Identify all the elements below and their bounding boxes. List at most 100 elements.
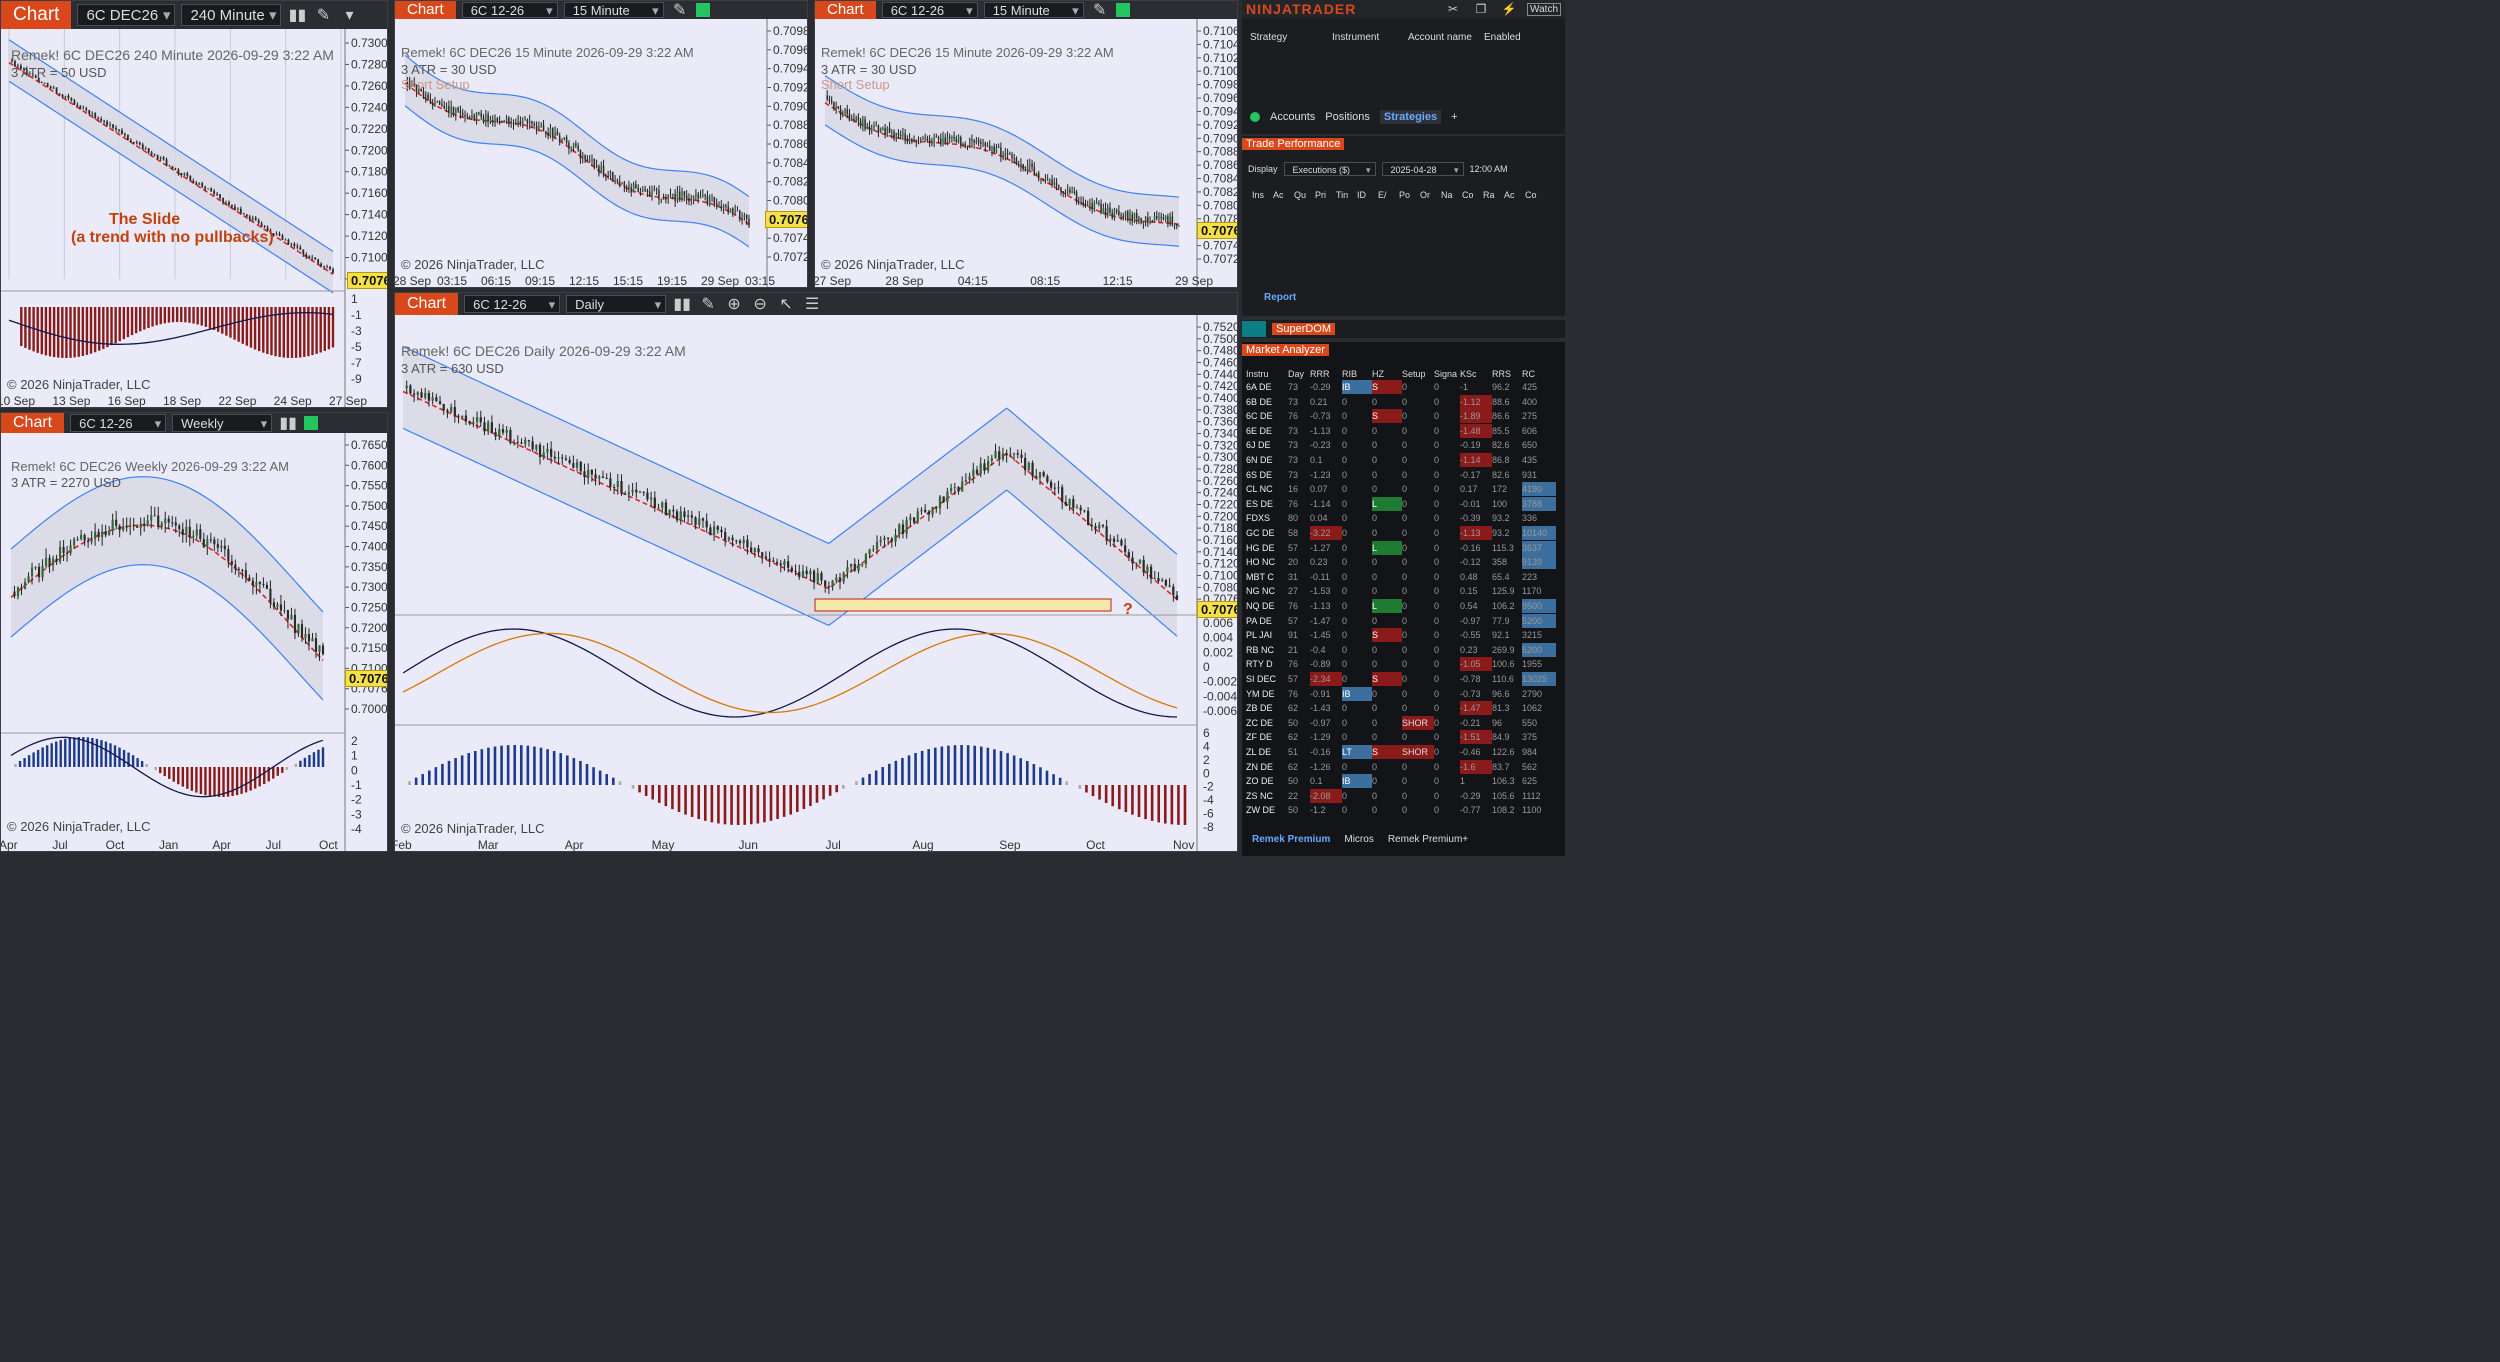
ma-cell[interactable]: 0 xyxy=(1372,803,1402,817)
trade-col-header[interactable]: Tin xyxy=(1336,190,1357,200)
ma-cell[interactable]: 76 xyxy=(1288,409,1310,423)
ma-cell[interactable]: RB NC xyxy=(1246,643,1288,657)
ma-cell[interactable]: 0 xyxy=(1342,482,1372,496)
ma-cell[interactable]: 0 xyxy=(1342,760,1372,774)
ma-cell[interactable]: 0 xyxy=(1402,453,1434,467)
ma-cell[interactable]: 0 xyxy=(1342,803,1372,817)
ma-cell[interactable]: CL NC xyxy=(1246,482,1288,496)
bars-icon[interactable]: ▮▮ xyxy=(287,5,307,25)
ma-cell[interactable]: -2.34 xyxy=(1310,672,1342,686)
ma-cell[interactable]: 0 xyxy=(1342,409,1372,423)
ma-cell[interactable]: 0 xyxy=(1402,424,1434,438)
ma-cell[interactable]: 80 xyxy=(1288,511,1310,525)
ma-cell[interactable]: SHOR xyxy=(1402,715,1434,730)
ma-cell[interactable]: 73 xyxy=(1288,438,1310,452)
ma-cell[interactable]: -1.6 xyxy=(1460,759,1492,774)
pencil-icon[interactable]: ✎ xyxy=(698,294,718,314)
chart-canvas[interactable]: 0.752000.750000.748000.746000.744000.742… xyxy=(395,315,1237,851)
ma-cell[interactable]: 0 xyxy=(1342,789,1372,803)
ma-cell[interactable]: 550 xyxy=(1522,716,1556,730)
ma-cell[interactable]: 62 xyxy=(1288,701,1310,715)
ma-cell[interactable]: 0 xyxy=(1342,511,1372,525)
ma-cell[interactable]: 0 xyxy=(1402,599,1434,613)
ma-cell[interactable]: ZS NC xyxy=(1246,789,1288,803)
ma-cell[interactable]: GC DE xyxy=(1246,526,1288,540)
chart-tab[interactable]: Chart xyxy=(395,293,459,315)
ma-cell[interactable]: 0 xyxy=(1402,482,1434,496)
ma-cell[interactable]: 0 xyxy=(1434,570,1460,584)
ma-cell[interactable]: 0.23 xyxy=(1310,555,1342,569)
ma-cell[interactable]: 0 xyxy=(1342,555,1372,569)
ma-cell[interactable]: 57 xyxy=(1288,541,1310,555)
ma-cell[interactable]: 0 xyxy=(1342,643,1372,657)
ma-cell[interactable]: 96.6 xyxy=(1492,687,1522,701)
ma-cell[interactable]: 106.2 xyxy=(1492,599,1522,613)
plug-icon[interactable]: ⚡ xyxy=(1499,2,1519,16)
ma-cell[interactable]: IB xyxy=(1342,686,1372,701)
ma-cell[interactable]: 76 xyxy=(1288,687,1310,701)
ma-cell[interactable]: 110.6 xyxy=(1492,672,1522,686)
ma-cell[interactable]: -0.21 xyxy=(1460,716,1492,730)
ma-cell[interactable]: 0 xyxy=(1402,468,1434,482)
col-enabled[interactable]: Enabled xyxy=(1484,32,1521,43)
ma-cell[interactable]: 62 xyxy=(1288,730,1310,744)
ma-cell[interactable]: S xyxy=(1372,409,1402,424)
ma-cell[interactable]: 650 xyxy=(1522,438,1556,452)
period-select[interactable]: 15 Minute xyxy=(563,2,664,19)
ma-cell[interactable]: -0.97 xyxy=(1460,614,1492,628)
ma-cell[interactable]: 0 xyxy=(1402,672,1434,686)
ma-cell[interactable]: 31 xyxy=(1288,570,1310,584)
ma-cell[interactable]: 0 xyxy=(1402,730,1434,744)
ma-cell[interactable]: 93.2 xyxy=(1492,526,1522,540)
ma-cell[interactable]: 0 xyxy=(1402,687,1434,701)
ma-cell[interactable]: 73 xyxy=(1288,380,1310,394)
ma-cell[interactable]: 0 xyxy=(1434,614,1460,628)
ma-cell[interactable]: 223 xyxy=(1522,570,1556,584)
ma-cell[interactable]: 65.4 xyxy=(1492,570,1522,584)
ma-cell[interactable]: -0.29 xyxy=(1460,789,1492,803)
ma-cell[interactable]: 0.1 xyxy=(1310,774,1342,788)
ma-cell[interactable]: -1.13 xyxy=(1460,526,1492,540)
ma-cell[interactable]: 76 xyxy=(1288,599,1310,613)
trade-col-header[interactable]: ID xyxy=(1357,190,1378,200)
tab-strategies[interactable]: Strategies xyxy=(1379,110,1442,124)
ma-cell[interactable]: -1.43 xyxy=(1310,701,1342,715)
col-instrument[interactable]: Instrument xyxy=(1332,32,1408,43)
period-select[interactable]: Weekly xyxy=(172,414,273,433)
ma-tab[interactable]: Micros xyxy=(1344,834,1373,845)
col-account[interactable]: Account name xyxy=(1408,32,1484,43)
ma-cell[interactable]: 6E DE xyxy=(1246,424,1288,438)
ma-cell[interactable]: 1170 xyxy=(1522,584,1556,598)
ma-cell[interactable]: 0 xyxy=(1342,701,1372,715)
display-select[interactable]: Executions ($) xyxy=(1283,162,1376,177)
ma-cell[interactable]: 0 xyxy=(1402,628,1434,642)
ma-cell[interactable]: -1.2 xyxy=(1310,803,1342,817)
ma-cell[interactable]: -1.14 xyxy=(1460,453,1492,467)
ma-cell[interactable]: 85.5 xyxy=(1492,424,1522,438)
chart-canvas[interactable]: 0.710600.710400.710200.710000.709800.709… xyxy=(815,19,1237,287)
ma-cell[interactable]: -0.11 xyxy=(1310,570,1342,584)
ma-cell[interactable]: -0.55 xyxy=(1460,628,1492,642)
ma-cell[interactable]: ES DE xyxy=(1246,497,1288,511)
ma-cell[interactable]: 358 xyxy=(1492,555,1522,569)
ma-cell[interactable]: 0 xyxy=(1372,614,1402,628)
pencil-icon[interactable]: ✎ xyxy=(670,1,690,20)
ma-cell[interactable]: 50 xyxy=(1288,716,1310,730)
link-green-button[interactable] xyxy=(304,416,319,430)
ma-cell[interactable]: PA DE xyxy=(1246,614,1288,628)
chart-tab[interactable]: Chart xyxy=(395,1,456,19)
ma-cell[interactable]: -1.53 xyxy=(1310,584,1342,598)
ma-cell[interactable]: 92.1 xyxy=(1492,628,1522,642)
ma-cell[interactable]: 125.9 xyxy=(1492,584,1522,598)
ma-cell[interactable]: 88.6 xyxy=(1492,395,1522,409)
ma-cell[interactable]: 0 xyxy=(1402,789,1434,803)
ma-cell[interactable]: 0 xyxy=(1402,555,1434,569)
ma-cell[interactable]: 0 xyxy=(1342,453,1372,467)
ma-cell[interactable]: 0 xyxy=(1434,628,1460,642)
ma-cell[interactable]: -3.22 xyxy=(1310,526,1342,540)
ma-cell[interactable]: 5200 xyxy=(1522,642,1556,657)
ma-cell[interactable]: 9139 xyxy=(1522,555,1556,570)
ma-cell[interactable]: 0 xyxy=(1402,497,1434,511)
ma-cell[interactable]: 0 xyxy=(1434,497,1460,511)
ma-cell[interactable]: 77.9 xyxy=(1492,614,1522,628)
